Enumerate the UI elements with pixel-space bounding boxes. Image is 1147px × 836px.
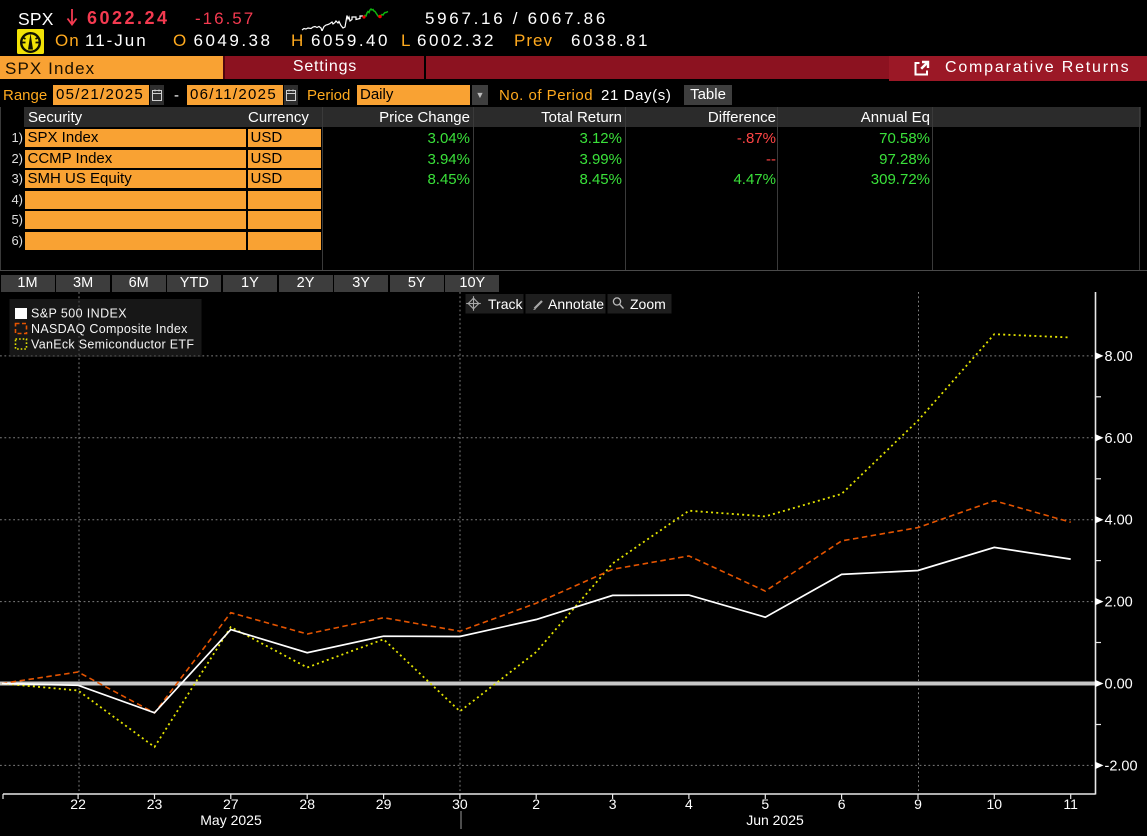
svg-text:5: 5 xyxy=(761,796,769,812)
svg-text:Jun 2025: Jun 2025 xyxy=(746,812,804,828)
svg-text:3: 3 xyxy=(609,796,617,812)
svg-text:S&P 500 INDEX: S&P 500 INDEX xyxy=(31,307,127,321)
svg-text:0.00: 0.00 xyxy=(1105,677,1133,693)
svg-text:Zoom: Zoom xyxy=(630,296,666,312)
svg-text:28: 28 xyxy=(299,796,315,812)
svg-text:9: 9 xyxy=(914,796,922,812)
svg-text:4: 4 xyxy=(685,796,693,812)
svg-text:2: 2 xyxy=(532,796,540,812)
svg-text:NASDAQ Composite Index: NASDAQ Composite Index xyxy=(31,322,188,336)
svg-text:6: 6 xyxy=(838,796,846,812)
svg-text:11: 11 xyxy=(1063,796,1078,812)
svg-text:Annotate: Annotate xyxy=(548,296,604,312)
svg-text:29: 29 xyxy=(376,796,392,812)
svg-text:May 2025: May 2025 xyxy=(200,812,262,828)
svg-text:2.00: 2.00 xyxy=(1105,595,1133,611)
svg-text:30: 30 xyxy=(452,796,468,812)
svg-text:VanEck Semiconductor ETF: VanEck Semiconductor ETF xyxy=(31,338,194,352)
svg-text:22: 22 xyxy=(70,796,86,812)
svg-text:10: 10 xyxy=(987,796,1003,812)
svg-text:-2.00: -2.00 xyxy=(1105,758,1138,774)
svg-text:6.00: 6.00 xyxy=(1105,431,1133,447)
svg-text:8.00: 8.00 xyxy=(1105,349,1133,365)
svg-text:27: 27 xyxy=(223,796,239,812)
svg-text:23: 23 xyxy=(147,796,163,812)
svg-text:Track: Track xyxy=(488,296,523,312)
svg-text:4.00: 4.00 xyxy=(1105,513,1133,529)
